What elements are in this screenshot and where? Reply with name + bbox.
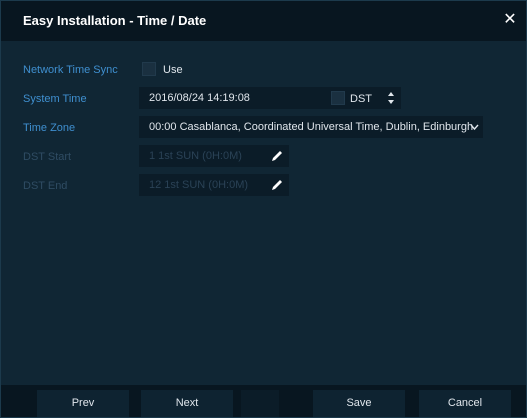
dst-label: DST <box>350 93 372 105</box>
button-spacer <box>241 390 279 417</box>
dst-start-label: DST Start <box>23 151 72 163</box>
dst-start-value: 1 1st SUN (0H:0M) <box>149 150 242 162</box>
dst-checkbox[interactable] <box>331 91 345 105</box>
spin-up-icon[interactable] <box>388 92 394 96</box>
prev-button[interactable]: Prev <box>37 390 129 417</box>
time-zone-label: Time Zone <box>23 122 76 134</box>
system-time-label: System Time <box>23 93 87 105</box>
network-time-sync-checkbox[interactable] <box>142 62 156 76</box>
dialog-title: Easy Installation - Time / Date <box>23 13 207 28</box>
save-button[interactable]: Save <box>313 390 405 417</box>
title-bar: Easy Installation - Time / Date ✕ <box>1 1 526 41</box>
dst-end-value: 12 1st SUN (0H:0M) <box>149 179 249 191</box>
time-spinner[interactable] <box>385 87 397 109</box>
network-time-sync-label: Network Time Sync <box>23 64 118 76</box>
cancel-button[interactable]: Cancel <box>419 390 511 417</box>
system-time-value: 2016/08/24 14:19:08 <box>149 92 250 104</box>
close-icon[interactable]: ✕ <box>500 10 520 30</box>
spin-down-icon[interactable] <box>388 100 394 104</box>
chevron-down-icon[interactable] <box>470 122 479 132</box>
time-date-dialog: Easy Installation - Time / Date ✕ Networ… <box>0 0 527 418</box>
edit-pencil-icon[interactable] <box>270 149 284 163</box>
dst-end-field: 12 1st SUN (0H:0M) <box>139 174 289 196</box>
use-label: Use <box>163 64 183 76</box>
dst-start-field: 1 1st SUN (0H:0M) <box>139 145 289 167</box>
button-bar: Prev Next Save Cancel <box>1 385 526 417</box>
dst-end-label: DST End <box>23 180 68 192</box>
time-zone-value: 00:00 Casablanca, Coordinated Universal … <box>149 121 474 133</box>
time-zone-select[interactable]: 00:00 Casablanca, Coordinated Universal … <box>139 116 483 138</box>
next-button[interactable]: Next <box>141 390 233 417</box>
edit-pencil-icon[interactable] <box>270 178 284 192</box>
